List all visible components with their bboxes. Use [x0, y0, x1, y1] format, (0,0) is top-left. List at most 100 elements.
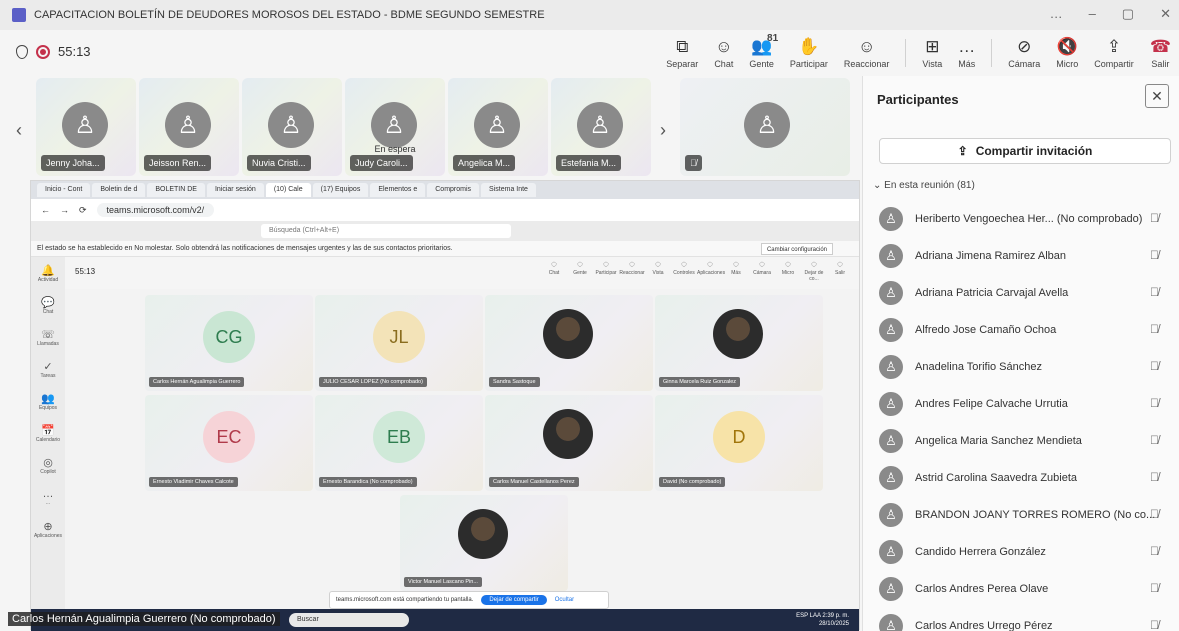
- inner-button-icon: ◌: [551, 259, 557, 270]
- participant-item[interactable]: ♙ Angelica Maria Sanchez Mendieta 🎙̸: [863, 422, 1179, 459]
- rail-item-8[interactable]: ⊕ Aplicaciones: [31, 513, 65, 545]
- video-tile[interactable]: JL JULIO CESAR LOPEZ (No comprobado): [315, 295, 483, 391]
- inner-button[interactable]: ◌ Chat: [541, 259, 567, 282]
- video-tile[interactable]: Sandra Sastoque: [485, 295, 653, 391]
- rail-icon: …: [42, 488, 54, 500]
- separar-button[interactable]: ⧉ Separar: [658, 30, 706, 76]
- video-tile[interactable]: Victor Manuel Lascano Pin...: [400, 495, 568, 591]
- rail-label: Calendario: [35, 436, 61, 443]
- video-tile[interactable]: EB Ernesto Barandica (No comprobado): [315, 395, 483, 491]
- hide-link[interactable]: Ocultar: [555, 597, 574, 603]
- video-tile[interactable]: ♙ Jenny Joha...: [36, 78, 136, 176]
- rail-item-1[interactable]: 💬 Chat: [31, 289, 65, 321]
- participant-item[interactable]: ♙ Carlos Andres Perea Olave 🎙̸: [863, 570, 1179, 607]
- inner-button[interactable]: ◌ Gente: [567, 259, 593, 282]
- participant-item[interactable]: ♙ Astrid Carolina Saavedra Zubieta 🎙̸: [863, 459, 1179, 496]
- inner-button[interactable]: ◌ Participar: [593, 259, 619, 282]
- gente-button[interactable]: 👥 81 Gente: [741, 30, 782, 76]
- inner-button[interactable]: ◌ Aplicaciones: [697, 259, 725, 282]
- forward-icon[interactable]: →: [60, 205, 69, 215]
- participar-button[interactable]: ✋ Participar: [782, 30, 836, 76]
- reload-icon[interactable]: ⟳: [79, 205, 87, 216]
- taskbar-search[interactable]: Buscar: [289, 613, 409, 627]
- browser-tab[interactable]: Iniciar sesión: [206, 183, 264, 197]
- rail-item-4[interactable]: 👥 Equipos: [31, 385, 65, 417]
- more-window-icon[interactable]: …: [1050, 6, 1063, 22]
- rail-item-7[interactable]: …...: [31, 481, 65, 513]
- browser-tab[interactable]: Sistema Inte: [481, 183, 536, 197]
- inner-button[interactable]: ◌ Vista: [645, 259, 671, 282]
- inner-button[interactable]: ◌ Dejar de co...: [801, 259, 827, 282]
- browser-tab[interactable]: Boletin de d: [92, 183, 146, 197]
- minimize-icon[interactable]: –: [1089, 6, 1096, 22]
- video-tile[interactable]: ♙ Nuvia Cristi...: [242, 78, 342, 176]
- participant-item[interactable]: ♙ Alfredo Jose Camaño Ochoa 🎙̸: [863, 311, 1179, 348]
- meeting-toolbar: 55:13 ⧉ Separar ☺ Chat 👥 81 Gente ✋ Participar ☺ R…: [0, 30, 1179, 76]
- chat-button[interactable]: ☺ Chat: [706, 30, 741, 76]
- change-settings-button[interactable]: Cambiar configuración: [760, 243, 833, 255]
- video-tile[interactable]: D David (No comprobado): [655, 395, 823, 491]
- teams-search-input[interactable]: Búsqueda (Ctrl+Alt+E): [261, 224, 511, 238]
- inner-button[interactable]: ◌ Salir: [827, 259, 853, 282]
- video-tile[interactable]: ♙ Jeisson Ren...: [139, 78, 239, 176]
- reaccionar-button[interactable]: ☺ Reaccionar: [836, 30, 898, 76]
- salir-button[interactable]: ☎ Salir: [1142, 30, 1179, 76]
- rail-item-2[interactable]: ☏ Llamadas: [31, 321, 65, 353]
- micro-button[interactable]: 🔇 Micro: [1048, 30, 1086, 76]
- camara-button[interactable]: ⊘ Cámara: [1000, 30, 1048, 76]
- browser-tab[interactable]: (17) Equipos: [312, 183, 369, 197]
- compartir-button[interactable]: ⇪ Compartir: [1086, 30, 1142, 76]
- video-grid: CG Carlos Hernán Agualimpia Guerrero JL JUL…: [65, 289, 859, 631]
- video-tile-large[interactable]: ♙ 🎙̸: [680, 78, 850, 176]
- rail-item-6[interactable]: ◎ Copilot: [31, 449, 65, 481]
- participant-photo: [543, 409, 593, 459]
- shared-screen: Inicio - Cont Boletin de d BOLETIN DE Inici…: [30, 180, 860, 631]
- inner-button[interactable]: ◌ Controles: [671, 259, 697, 282]
- participant-item[interactable]: ♙ BRANDON JOANY TORRES ROMERO (No co... 🎙̸: [863, 496, 1179, 533]
- in-meeting-section[interactable]: ⌄ En esta reunión (81): [873, 180, 975, 191]
- inner-button[interactable]: ◌ Micro: [775, 259, 801, 282]
- participant-item[interactable]: ♙ Adriana Jimena Ramirez Alban 🎙̸: [863, 237, 1179, 274]
- participant-item[interactable]: ♙ Anadelina Torifio Sánchez 🎙̸: [863, 348, 1179, 385]
- shield-icon: [16, 44, 28, 59]
- participant-item[interactable]: ♙ Heriberto Vengoechea Her... (No comprob…: [863, 200, 1179, 237]
- video-tile[interactable]: Carlos Manuel Castellanos Perez: [485, 395, 653, 491]
- inner-button[interactable]: ◌ Cámara: [749, 259, 775, 282]
- url-field[interactable]: teams.microsoft.com/v2/: [96, 203, 215, 217]
- participant-item[interactable]: ♙ Candido Herrera González 🎙̸: [863, 533, 1179, 570]
- vista-button[interactable]: ⊞ Vista: [914, 30, 950, 76]
- mic-muted-icon: 🎙̸: [685, 155, 702, 171]
- avatar: ♙: [879, 539, 903, 564]
- inner-button[interactable]: ◌ Reaccionar: [619, 259, 645, 282]
- strip-prev-icon[interactable]: ‹: [16, 120, 22, 141]
- restore-icon[interactable]: ▢: [1122, 6, 1134, 22]
- strip-next-icon[interactable]: ›: [660, 120, 666, 141]
- mas-button[interactable]: … Más: [950, 30, 983, 76]
- close-window-icon[interactable]: ✕: [1160, 6, 1171, 22]
- participant-name: BRANDON JOANY TORRES ROMERO (No co...: [915, 508, 1156, 521]
- video-tile[interactable]: ♙ Estefania M...: [551, 78, 651, 176]
- participant-item[interactable]: ♙ Carlos Andres Urrego Pérez 🎙̸: [863, 607, 1179, 631]
- participant-item[interactable]: ♙ Adriana Patricia Carvajal Avella 🎙̸: [863, 274, 1179, 311]
- rail-item-3[interactable]: ✓ Tareas: [31, 353, 65, 385]
- rail-label: Chat: [42, 308, 54, 315]
- browser-tab[interactable]: Inicio - Cont: [37, 183, 91, 197]
- rail-item-0[interactable]: 🔔 Actividad: [31, 257, 65, 289]
- share-invite-button[interactable]: ⇪ Compartir invitación: [879, 138, 1171, 164]
- video-tile[interactable]: EC Ernesto Vladimir Chaves Calcote: [145, 395, 313, 491]
- video-tile[interactable]: CG Carlos Hernán Agualimpia Guerrero: [145, 295, 313, 391]
- rail-item-5[interactable]: 📅 Calendario: [31, 417, 65, 449]
- browser-tab[interactable]: (10) Cale: [265, 183, 311, 197]
- participant-item[interactable]: ♙ Andres Felipe Calvache Urrutia 🎙̸: [863, 385, 1179, 422]
- mic-muted-icon: 🎙̸: [1150, 433, 1159, 447]
- browser-tab[interactable]: BOLETIN DE: [147, 183, 205, 197]
- video-tile[interactable]: ♙ Angelica M...: [448, 78, 548, 176]
- browser-tab[interactable]: Elementos e: [370, 183, 426, 197]
- close-icon[interactable]: ✕: [1145, 84, 1169, 108]
- back-icon[interactable]: ←: [41, 205, 50, 215]
- inner-button[interactable]: ◌ Más: [723, 259, 749, 282]
- stop-sharing-button[interactable]: Dejar de compartir: [481, 595, 547, 605]
- video-tile[interactable]: ♙ En espera Judy Caroli...: [345, 78, 445, 176]
- browser-tab[interactable]: Compromis: [427, 183, 480, 197]
- video-tile[interactable]: Ginna Marcela Ruiz Gonzalez: [655, 295, 823, 391]
